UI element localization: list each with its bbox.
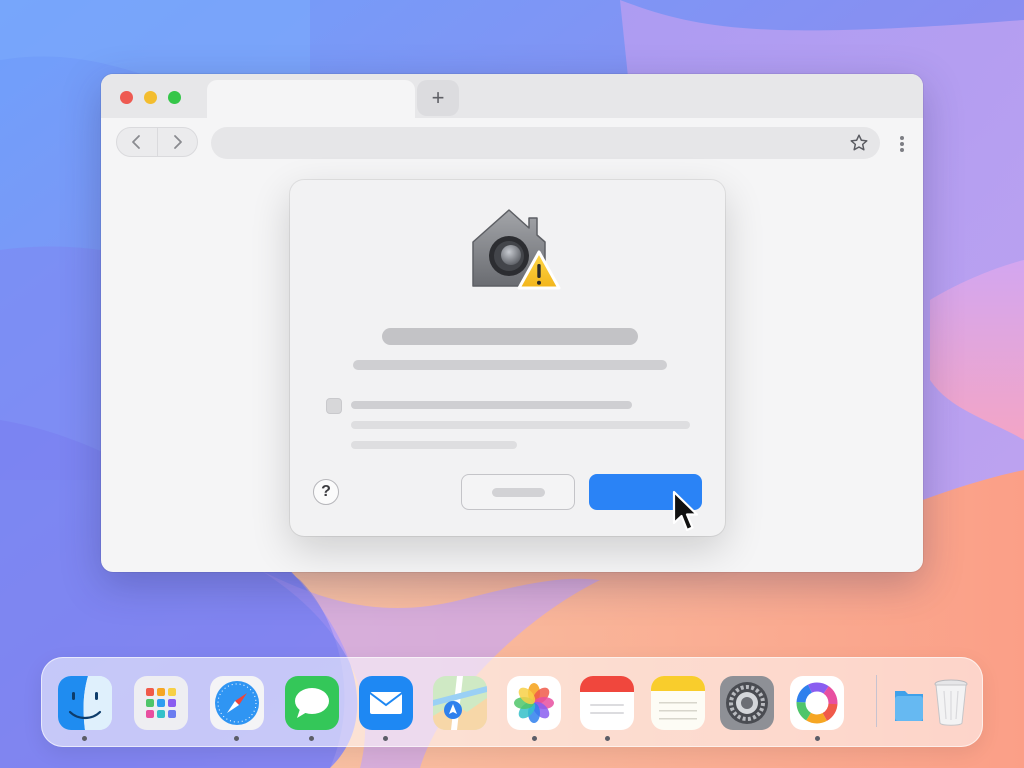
navigation-buttons [116,127,198,157]
address-bar[interactable] [211,127,880,159]
running-indicator [532,736,537,741]
downloads-folder-icon[interactable] [891,681,927,727]
security-dialog: ? [290,180,725,536]
browser-tab[interactable] [207,80,415,120]
trash-icon[interactable] [931,677,971,729]
dialog-message [353,360,667,370]
notes-icon[interactable] [651,676,705,730]
dialog-checkbox[interactable] [326,398,342,414]
more-vertical-icon[interactable] [893,134,909,154]
new-tab-button[interactable]: + [417,80,459,116]
tab-strip: + [101,74,923,120]
help-button[interactable]: ? [313,479,339,505]
running-indicator [605,736,610,741]
checkbox-description-line [351,421,690,429]
dock-divider [876,675,877,727]
photos-icon[interactable] [507,676,561,730]
dialog-title [382,328,638,345]
minimize-window-button[interactable] [144,91,157,104]
checkbox-description-line [351,441,517,449]
finder-icon[interactable] [58,676,112,730]
launchpad-icon[interactable] [134,676,188,730]
mail-icon[interactable] [359,676,413,730]
cancel-button[interactable] [461,474,575,510]
running-indicator [82,736,87,741]
checkbox-label [351,401,632,409]
running-indicator [309,736,314,741]
color-picker-icon[interactable] [790,676,844,730]
back-button[interactable] [117,128,158,156]
chevron-left-icon [132,135,140,149]
star-icon[interactable] [848,132,870,154]
dock [41,657,983,747]
browser-toolbar [101,118,923,166]
safari-icon[interactable] [210,676,264,730]
zoom-window-button[interactable] [168,91,181,104]
calendar-icon[interactable] [580,676,634,730]
home-security-warning-icon [472,209,561,290]
running-indicator [815,736,820,741]
running-indicator [234,736,239,741]
chevron-right-icon [174,135,182,149]
messages-icon[interactable] [285,676,339,730]
close-window-button[interactable] [120,91,133,104]
maps-icon[interactable] [433,676,487,730]
system-settings-icon[interactable] [720,676,774,730]
cancel-button-label [492,488,545,497]
mouse-pointer-icon [672,490,699,532]
running-indicator [383,736,388,741]
plus-icon: + [431,85,445,110]
forward-button[interactable] [157,128,197,156]
